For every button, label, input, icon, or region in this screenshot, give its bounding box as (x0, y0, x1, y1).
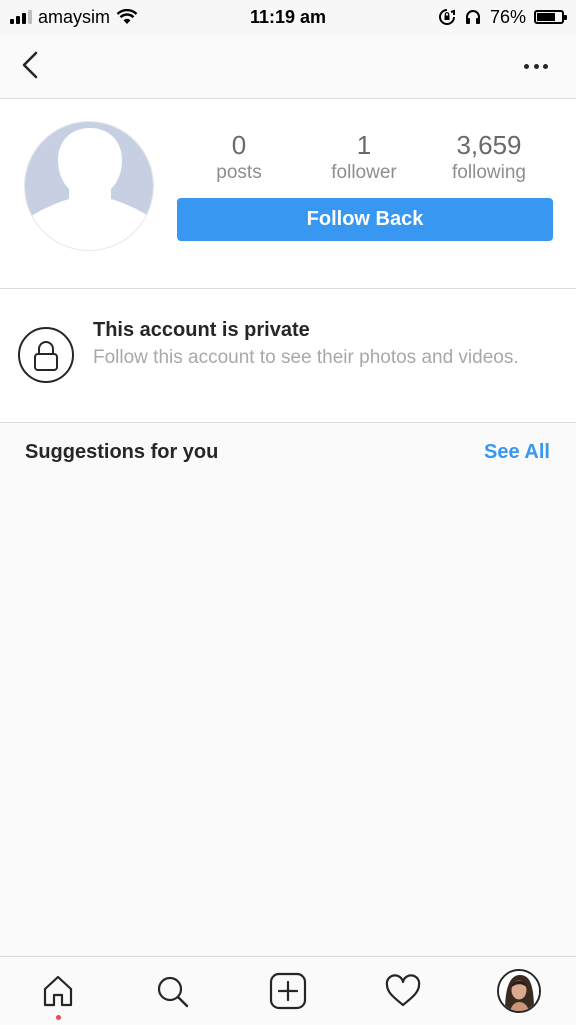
profile-avatar[interactable] (497, 969, 541, 1013)
private-title: This account is private (93, 319, 310, 341)
back-arrow-icon[interactable] (14, 48, 48, 82)
notification-dot (56, 1015, 61, 1020)
home-icon[interactable] (38, 971, 78, 1011)
status-right: 76% (438, 0, 567, 34)
suggestions-title: Suggestions for you (25, 441, 219, 463)
battery-fill (537, 13, 555, 21)
posts-label: posts (216, 162, 262, 183)
status-left: amaysim (10, 0, 138, 34)
more-options-icon[interactable] (524, 54, 548, 78)
stat-posts[interactable]: 0 posts (176, 129, 302, 185)
signal-icon (10, 10, 32, 24)
lock-icon (18, 327, 74, 383)
followers-count: 1 (356, 130, 372, 160)
followers-label: follower (331, 162, 397, 183)
suggestions-header: Suggestions for you See All (0, 423, 576, 483)
search-icon[interactable] (152, 971, 192, 1011)
bottom-tab-bar (0, 956, 576, 1025)
battery-percent: 76% (489, 6, 526, 27)
following-label: following (452, 162, 526, 183)
status-bar: amaysim 11:19 am 76% (0, 0, 576, 34)
see-all-link[interactable]: See All (484, 441, 550, 464)
stat-followers[interactable]: 1 follower (301, 129, 427, 185)
avatar-placeholder (24, 121, 154, 251)
wifi-icon (116, 9, 138, 25)
profile-header: 0 posts 1 follower 3,659 following Follo… (0, 99, 576, 289)
private-account-notice: This account is private Follow this acco… (0, 289, 576, 423)
follow-back-button[interactable]: Follow Back (177, 198, 553, 241)
posts-count: 0 (231, 130, 247, 160)
add-post-icon[interactable] (268, 971, 308, 1011)
battery-icon (534, 10, 567, 24)
carrier-name: amaysim (38, 6, 111, 27)
following-count: 3,659 (456, 130, 522, 160)
profile-stats: 0 posts 1 follower 3,659 following (176, 129, 553, 189)
activity-heart-icon[interactable] (383, 971, 423, 1011)
stat-following[interactable]: 3,659 following (426, 129, 552, 185)
private-description: Follow this account to see their photos … (93, 347, 519, 368)
orientation-lock-icon (438, 8, 456, 26)
nav-bar (0, 34, 576, 99)
headphones-icon (464, 8, 482, 26)
